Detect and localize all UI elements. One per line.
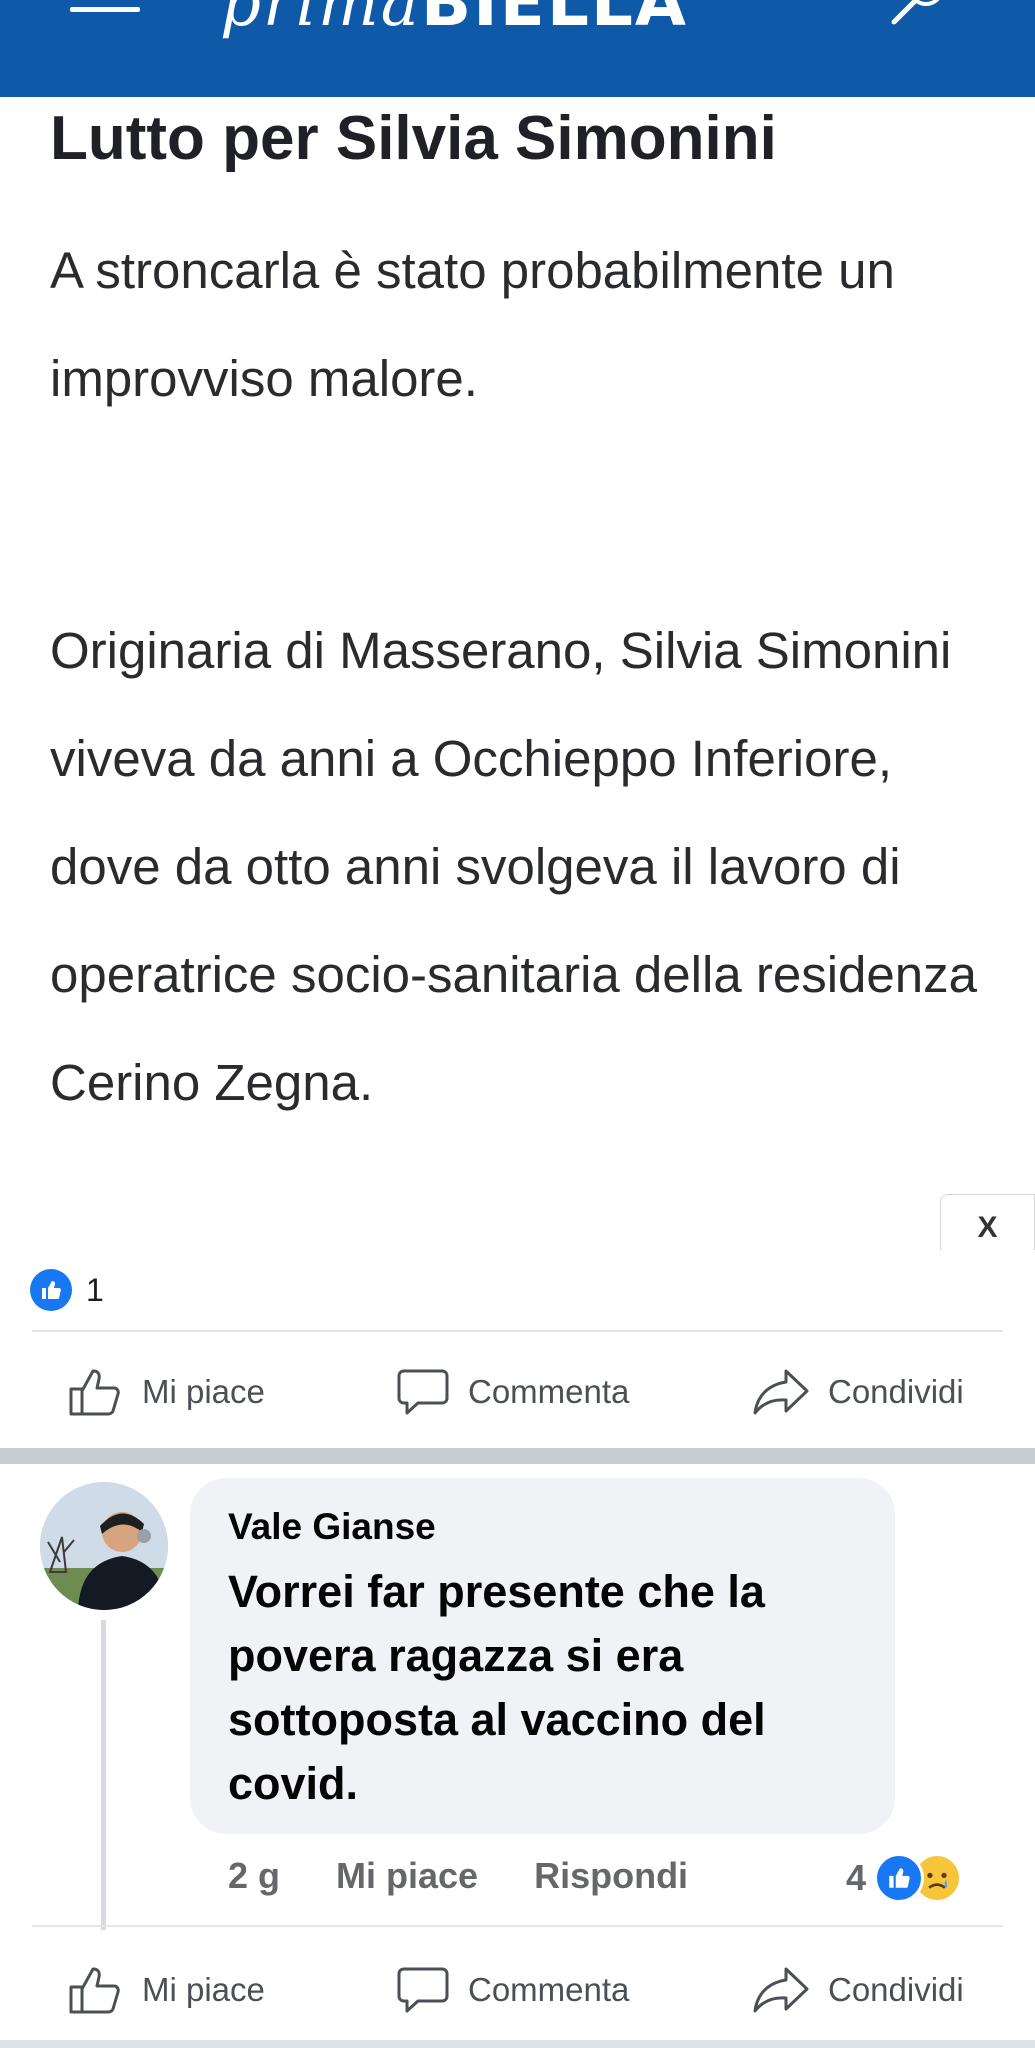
comment-bubble-icon [397,1967,449,2013]
top-bar: primaBIELLA [0,0,1035,97]
comment-button[interactable]: Commenta [396,1950,629,2030]
article-paragraph: A stroncarla è stato probabilmente un im… [50,242,895,407]
comment-text: Vorrei far presente che la povera ragazz… [228,1566,766,1809]
post-action-bar: Mi piace Commenta Condividi [0,1352,1035,1432]
comment-reaction-count: 4 [846,1857,867,1898]
comment-reply-button[interactable]: Rispondi [534,1855,688,1897]
comment-author[interactable]: Vale Gianse [228,1506,436,1548]
like-button[interactable]: Mi piace [68,1950,265,2030]
post-reactions[interactable]: 1 [30,1268,104,1312]
search-icon[interactable] [888,0,948,30]
comment-bubble-icon [397,1369,449,1415]
reaction-count: 1 [86,1271,104,1308]
like-label: Mi piace [142,1373,265,1410]
share-button[interactable]: Condividi [752,1352,964,1432]
comment-meta: 2 g Mi piace Rispondi [228,1848,744,1904]
like-icon [874,1853,925,1903]
site-logo[interactable]: primaBIELLA [220,0,688,41]
thumbs-up-icon [69,1967,120,2014]
share-label: Condividi [828,1971,964,2008]
comment-label: Commenta [468,1373,630,1410]
comment-bubble: Vale Gianse Vorrei far presente che la p… [190,1478,895,1834]
section-separator [0,1448,1035,1464]
like-icon [30,1269,72,1311]
hamburger-icon[interactable] [70,0,140,24]
divider [32,1330,1003,1332]
thumbs-up-icon [69,1369,120,1416]
comment-time[interactable]: 2 g [228,1855,280,1897]
share-arrow-icon [753,1369,809,1415]
like-button[interactable]: Mi piace [68,1352,265,1432]
bottom-border [0,2040,1035,2048]
thread-line [101,1620,106,1930]
bottom-action-bar: Mi piace Commenta Condividi [0,1950,1035,2030]
like-label: Mi piace [142,1971,265,2008]
article-paragraph: Originaria di Masserano, Silvia Simonini… [50,622,977,1111]
share-button[interactable]: Condividi [752,1950,964,2030]
comment-like-button[interactable]: Mi piace [336,1855,478,1897]
share-label: Condividi [828,1373,964,1410]
comment-button[interactable]: Commenta [396,1352,629,1432]
ad-close-button[interactable]: X [940,1194,1035,1250]
comment-label: Commenta [468,1971,630,2008]
divider [32,1925,1003,1927]
share-arrow-icon [753,1967,809,2013]
article-title: Lutto per Silvia Simonini [50,104,777,173]
avatar[interactable] [40,1482,168,1610]
comment-reactions[interactable]: 4 [846,1850,963,1906]
